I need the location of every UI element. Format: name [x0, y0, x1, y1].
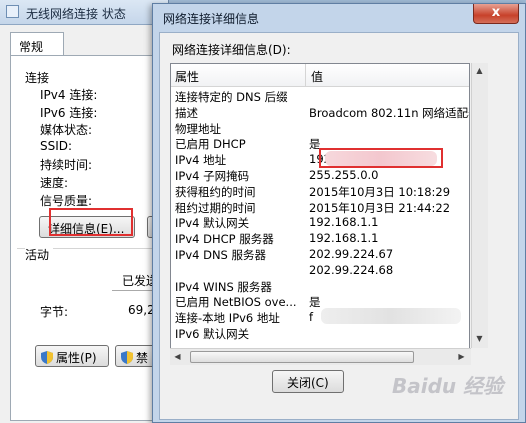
tab-general-label: 常规	[19, 40, 44, 54]
list-item[interactable]: 连接特定的 DNS 后缀	[171, 89, 469, 104]
dialog-client-area: 网络连接详细信息(D): 属性 值 连接特定的 DNS 后缀 描述 Broadco…	[159, 32, 519, 420]
bytes-sent-value: 69,2	[128, 303, 155, 317]
title-close-button[interactable]: x	[473, 4, 519, 24]
scroll-up-arrow-icon[interactable]: ▲	[472, 63, 487, 78]
horizontal-scrollbar[interactable]: ◀ ▶	[170, 348, 471, 365]
scroll-left-arrow-icon[interactable]: ◀	[170, 349, 185, 364]
details-list-label: 网络连接详细信息(D):	[172, 43, 291, 57]
uac-shield-icon	[41, 351, 53, 364]
list-item[interactable]: IPv4 默认网关 192.168.1.1	[171, 215, 469, 230]
row-property: IPv4 DHCP 服务器	[175, 232, 274, 247]
ipv6-label: IPv6 连接:	[40, 105, 98, 120]
scroll-down-arrow-icon[interactable]: ▼	[472, 331, 487, 346]
row-value: 192.168.1.1	[309, 231, 379, 246]
row-property: IPv4 WINS 服务器	[175, 279, 272, 294]
details-dialog: 网络连接详细信息 x 网络连接详细信息(D): 属性 值 连接特定的 DNS 后…	[152, 3, 526, 423]
uac-shield-icon	[121, 351, 133, 364]
details-button-highlight	[49, 208, 133, 236]
activity-section-title: 活动	[25, 246, 54, 263]
list-header: 属性 值	[171, 64, 469, 87]
row-value: Broadcom 802.11n 网络适配器 #2	[309, 105, 469, 120]
list-item[interactable]: 租约过期的时间 2015年10月3日 21:44:22	[171, 200, 469, 215]
properties-button[interactable]: 属性(P)	[35, 345, 109, 367]
row-property: IPv4 地址	[175, 153, 227, 168]
list-item[interactable]: 202.99.224.68	[171, 263, 469, 278]
row-property: IPv4 DNS 服务器	[175, 248, 267, 262]
list-item[interactable]: 获得租约的时间 2015年10月3日 10:18:29	[171, 184, 469, 199]
status-window-titlebar[interactable]: 无线网络连接 状态	[0, 0, 168, 25]
status-window: 无线网络连接 状态 常规 连接 IPv4 连接: IPv6 连接: 媒体状态: …	[0, 0, 177, 423]
disable-button-label: 禁	[136, 351, 149, 365]
row-property: 连接特定的 DNS 后缀	[175, 90, 288, 104]
row-value: f	[309, 310, 314, 325]
column-header-property[interactable]: 属性	[175, 68, 199, 85]
dialog-title: 网络连接详细信息	[163, 12, 260, 26]
row-property: 描述	[175, 105, 198, 120]
signal-quality-label: 信号质量:	[40, 194, 93, 208]
list-item[interactable]: IPv4 子网掩码 255.255.0.0	[171, 168, 469, 183]
list-item[interactable]: IPv4 DHCP 服务器 192.168.1.1	[171, 231, 469, 246]
close-button-label: 关闭(C)	[287, 376, 329, 390]
ipv6-address-redaction	[321, 308, 461, 324]
row-value: 是	[309, 295, 321, 310]
row-property: IPv4 默认网关	[175, 216, 250, 231]
list-item[interactable]: 物理地址	[171, 121, 469, 136]
tab-general[interactable]: 常规	[10, 32, 64, 57]
close-icon: x	[491, 5, 501, 20]
general-panel: 连接 IPv4 连接: IPv6 连接: 媒体状态: SSID: 持续时间: 速…	[10, 55, 177, 421]
scrollbar-corner	[471, 348, 488, 365]
row-property: 已启用 NetBIOS ove...	[175, 295, 297, 310]
media-state-label: 媒体状态:	[40, 123, 93, 137]
column-separator[interactable]	[305, 64, 306, 86]
row-property: 连接-本地 IPv6 地址	[175, 311, 280, 326]
row-property: 获得租约的时间	[175, 184, 256, 199]
row-property: IPv6 默认网关	[175, 327, 250, 341]
horizontal-scroll-thumb[interactable]	[190, 351, 414, 363]
row-property: 租约过期的时间	[175, 200, 256, 215]
list-item[interactable]: IPv4 WINS 服务器	[171, 279, 469, 294]
ipv4-label: IPv4 连接:	[40, 88, 98, 102]
status-window-title: 无线网络连接 状态	[26, 7, 126, 21]
row-value: 202.99.224.67	[309, 247, 394, 261]
list-item[interactable]: 描述 Broadcom 802.11n 网络适配器 #2	[171, 105, 469, 120]
row-property: 已启用 DHCP	[175, 137, 246, 152]
mac-address-highlight	[319, 148, 443, 168]
properties-button-label: 属性(P)	[56, 351, 97, 365]
scroll-right-arrow-icon[interactable]: ▶	[454, 349, 469, 364]
row-value: 2015年10月3日 10:18:29	[309, 184, 451, 199]
row-value: 2015年10月3日 21:44:22	[309, 200, 451, 215]
watermark: Baidu 经验	[392, 374, 504, 398]
column-header-value[interactable]: 值	[311, 68, 323, 85]
speed-label: 速度:	[40, 175, 69, 190]
close-button[interactable]: 关闭(C)	[272, 370, 344, 393]
duration-label: 持续时间:	[40, 158, 93, 172]
connection-labels: IPv4 连接: IPv6 连接: 媒体状态: SSID: 持续时间: 速度:	[40, 86, 97, 191]
list-item[interactable]: IPv4 DNS 服务器 202.99.224.67	[171, 247, 469, 262]
vertical-scrollbar[interactable]: ▲ ▼	[471, 63, 488, 348]
details-list[interactable]: 属性 值 连接特定的 DNS 后缀 描述 Broadcom 802.11n 网络适…	[170, 63, 470, 365]
row-value: 255.255.0.0	[309, 168, 379, 182]
row-value: 202.99.224.68	[309, 262, 394, 277]
list-item[interactable]: IPv6 默认网关	[171, 326, 469, 341]
connection-section-title: 连接	[25, 71, 50, 85]
row-property: 物理地址	[175, 121, 221, 136]
bytes-label: 字节:	[40, 305, 69, 319]
network-icon	[6, 5, 19, 18]
ssid-label: SSID:	[40, 138, 73, 153]
row-property: IPv4 子网掩码	[175, 169, 250, 183]
row-value: 192.168.1.1	[309, 215, 379, 230]
